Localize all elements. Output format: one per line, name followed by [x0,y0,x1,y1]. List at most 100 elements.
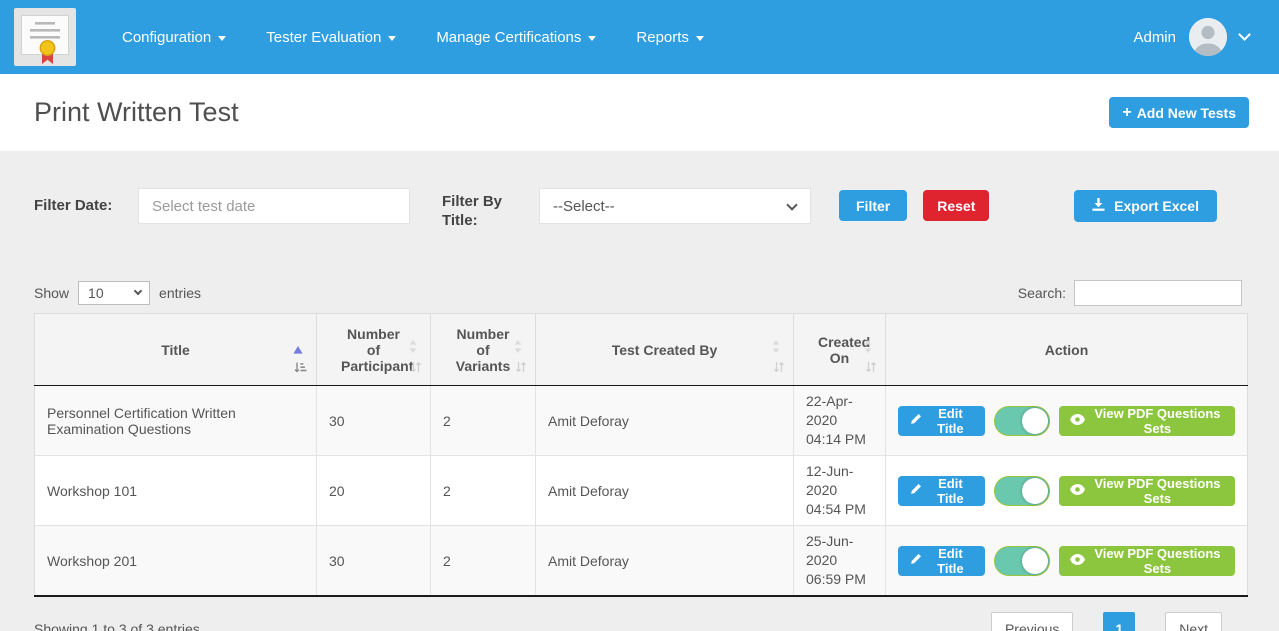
column-participants-label: Number of Participant [341,326,413,374]
active-toggle[interactable] [994,476,1050,506]
view-pdf-button[interactable]: View PDF Questions Sets [1059,546,1235,576]
next-page-button[interactable]: Next [1165,612,1222,631]
filter-title-label: Filter By Title: [442,188,508,230]
cell-action: Edit Title View PDF Questions Sets [886,526,1248,597]
cell-created-by: Amit Deforay [536,526,794,597]
cell-title: Workshop 101 [35,456,317,526]
search-input[interactable] [1074,280,1242,306]
nav-configuration-label: Configuration [122,29,211,46]
created-time: 04:14 PM [806,430,873,449]
edit-title-label: Edit Title [928,546,973,576]
tests-table: Title [34,313,1248,597]
add-new-tests-label: Add New Tests [1137,105,1236,121]
add-new-tests-button[interactable]: + Add New Tests [1109,97,1249,128]
created-date: 22-Apr-2020 [806,392,873,430]
reset-button[interactable]: Reset [923,190,989,221]
nav-reports-label: Reports [636,29,689,46]
previous-page-button[interactable]: Previous [991,612,1073,631]
table-controls: Show 10 entries Search: [34,280,1248,306]
toggle-knob [1022,478,1048,504]
nav-manage-certifications[interactable]: Manage Certifications [436,29,596,46]
sort-ascending-icon [293,341,303,357]
eye-icon [1070,413,1085,428]
filter-button[interactable]: Filter [839,190,907,221]
active-toggle[interactable] [994,546,1050,576]
column-header-variants[interactable]: Number of Variants [431,314,536,386]
top-navbar: Configuration Tester Evaluation Manage C… [0,0,1279,74]
filter-title-select[interactable]: --Select-- [539,188,811,224]
column-header-participants[interactable]: Number of Participant [317,314,431,386]
app-window: Configuration Tester Evaluation Manage C… [0,0,1279,631]
chevron-down-icon [786,199,797,210]
user-menu[interactable]: Admin [1133,18,1249,56]
column-created-on-label: Created On [818,334,870,366]
edit-title-button[interactable]: Edit Title [898,406,985,436]
sort-carets-icon [409,340,417,356]
caret-down-icon [218,36,226,41]
table-row: Workshop 101 20 2 Amit Deforay 12-Jun-20… [35,456,1248,526]
show-label: Show [34,285,69,301]
pencil-icon [910,553,922,568]
column-header-created-on[interactable]: Created On [794,314,886,386]
table-header-row: Title [35,314,1248,386]
plus-icon: + [1122,105,1131,121]
column-header-action: Action [886,314,1248,386]
page-size-select[interactable]: 10 [78,281,150,305]
avatar[interactable] [1189,18,1227,56]
table-row: Workshop 201 30 2 Amit Deforay 25-Jun-20… [35,526,1248,597]
toggle-knob [1022,548,1048,574]
cell-variants: 2 [431,456,536,526]
cell-variants: 2 [431,386,536,456]
search-label: Search: [1018,285,1066,301]
cell-participants: 30 [317,386,431,456]
user-name: Admin [1133,29,1176,46]
edit-title-label: Edit Title [928,406,973,436]
column-title-label: Title [161,342,190,358]
cell-created-on: 25-Jun-2020 06:59 PM [794,526,886,597]
sort-carets-icon [772,340,780,356]
current-page-button[interactable]: 1 [1103,612,1135,631]
sort-amount-icon [294,361,307,377]
active-toggle[interactable] [994,406,1050,436]
caret-down-icon [588,36,596,41]
view-pdf-button[interactable]: View PDF Questions Sets [1059,406,1235,436]
chevron-down-icon [134,287,142,295]
created-date: 25-Jun-2020 [806,532,873,570]
eye-icon [1070,483,1085,498]
tests-table-wrapper: Title [34,313,1248,597]
column-variants-label: Number of Variants [456,326,510,374]
download-icon [1092,198,1105,214]
edit-title-button[interactable]: Edit Title [898,546,985,576]
column-header-created-by[interactable]: Test Created By [536,314,794,386]
pencil-icon [910,413,922,428]
cell-action: Edit Title View PDF Questions Sets [886,456,1248,526]
nav-reports[interactable]: Reports [636,29,704,46]
view-pdf-button[interactable]: View PDF Questions Sets [1059,476,1235,506]
view-pdf-label: View PDF Questions Sets [1091,406,1224,436]
nav-tester-evaluation-label: Tester Evaluation [266,29,381,46]
search-area: Search: [1018,280,1242,306]
created-time: 04:54 PM [806,500,873,519]
sort-both-icon [865,360,877,376]
nav-tester-evaluation[interactable]: Tester Evaluation [266,29,396,46]
pagination: Previous 1 Next [991,612,1222,631]
nav-configuration[interactable]: Configuration [122,29,226,46]
edit-title-label: Edit Title [928,476,973,506]
cell-title: Personnel Certification Written Examinat… [35,386,317,456]
cell-action: Edit Title View PDF Questions Sets [886,386,1248,456]
entries-label: entries [159,285,201,301]
chevron-down-icon[interactable] [1238,28,1251,41]
table-footer: Showing 1 to 3 of 3 entries Previous 1 N… [34,612,1248,631]
caret-down-icon [696,36,704,41]
cell-created-by: Amit Deforay [536,456,794,526]
export-excel-button[interactable]: Export Excel [1074,190,1217,222]
page-title: Print Written Test [34,97,239,128]
cell-created-on: 22-Apr-2020 04:14 PM [794,386,886,456]
filter-date-input[interactable] [138,188,410,224]
nav-manage-certifications-label: Manage Certifications [436,29,581,46]
column-header-title[interactable]: Title [35,314,317,386]
created-time: 06:59 PM [806,570,873,589]
filter-title-selected-value: --Select-- [553,198,615,215]
edit-title-button[interactable]: Edit Title [898,476,985,506]
cell-created-by: Amit Deforay [536,386,794,456]
